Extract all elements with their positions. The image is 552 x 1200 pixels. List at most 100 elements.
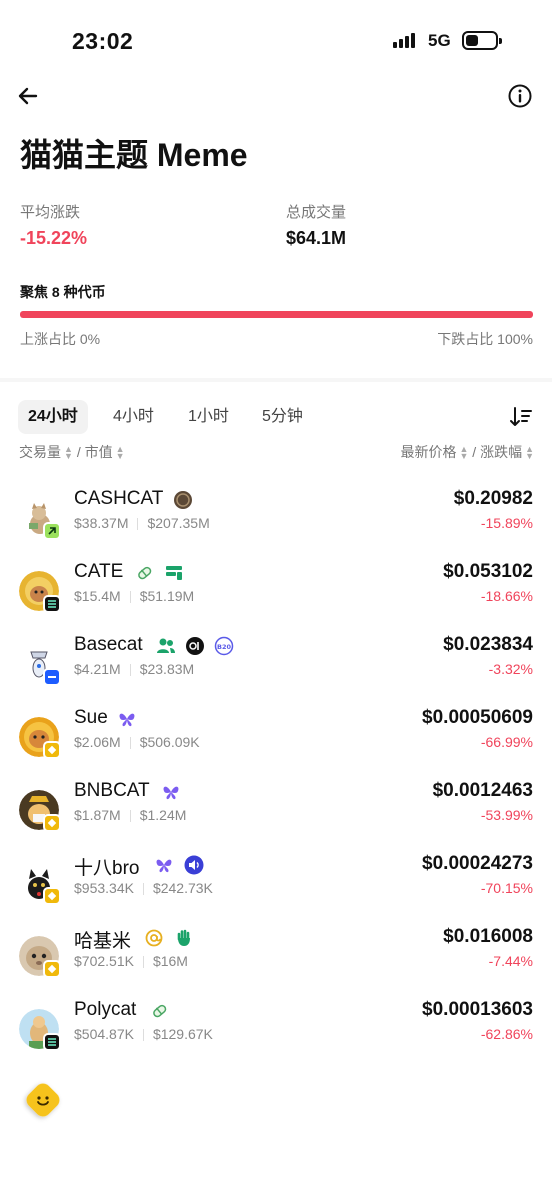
at-icon (144, 928, 164, 948)
page-title: 猫猫主题 Meme (20, 137, 248, 173)
token-price: $0.0012463 (432, 780, 533, 801)
section-divider (0, 378, 552, 382)
sound-icon (184, 855, 204, 875)
token-change: -66.99% (480, 734, 533, 750)
column-header-right: 最新价格 ▲ ▼ / 涨跌幅 ▲ ▼ (400, 442, 534, 462)
token-name: Sue (74, 707, 108, 728)
avg-change-value: -15.22% (20, 228, 88, 248)
sort-arrows-icon: ▲ ▼ (64, 444, 73, 462)
info-circle-icon (508, 84, 532, 108)
token-volume: $702.51K (74, 953, 134, 969)
focus-token-count: 聚焦 8 种代币 (20, 284, 106, 300)
token-market-cap: $16M (152, 953, 188, 969)
token-market-cap: $51.19M (139, 588, 195, 604)
back-button[interactable] (14, 82, 42, 110)
token-market-cap: $23.83M (139, 661, 195, 677)
token-volume-mcap: $4.21M $23.83M (74, 661, 194, 677)
column-header-left: 交易量 ▲ ▼ / 市值 ▲ ▼ (19, 442, 125, 462)
solana-chain-icon (43, 1033, 61, 1051)
avg-change-label: 平均涨跌 (20, 204, 81, 221)
token-volume-mcap: $702.51K $16M (74, 953, 188, 969)
bnb-chain-icon (43, 887, 61, 905)
token-price: $0.053102 (443, 561, 533, 582)
sort-by-volume[interactable]: 交易量 ▲ ▼ (19, 444, 73, 462)
token-price: $0.023834 (443, 634, 533, 655)
price-column-label: 最新价格 (400, 444, 457, 460)
token-volume-mcap: $953.34K $242.73K (74, 880, 213, 896)
token-volume: $1.87M (74, 807, 121, 823)
up-ratio-label: 上涨占比 0% (20, 331, 101, 347)
token-price: $0.00024273 (422, 853, 533, 874)
token-price: $0.00050609 (422, 707, 533, 728)
pill-icon (149, 1001, 169, 1021)
sort-arrows-icon: ▲ ▼ (525, 444, 534, 462)
column-separator: / (76, 444, 81, 460)
token-change: -18.66% (480, 588, 533, 604)
token-change: -53.99% (480, 807, 533, 823)
butterfly-icon (161, 782, 181, 802)
token-volume-mcap: $38.37M $207.35M (74, 515, 210, 531)
o1-icon (185, 636, 205, 656)
coin-icon (173, 490, 193, 510)
status-time: 23:02 (72, 28, 134, 54)
tab-5m[interactable]: 5分钟 (262, 400, 303, 434)
token-market-cap: $1.24M (139, 807, 187, 823)
token-volume-mcap: $504.87K $129.67K (74, 1026, 213, 1042)
bnb-chain-icon (43, 960, 61, 978)
b20-icon: B20 (214, 636, 234, 656)
token-price: $0.00013603 (422, 999, 533, 1020)
token-volume-mcap: $15.4M $51.19M (74, 588, 194, 604)
down-ratio-label: 下跌占比 100% (437, 331, 533, 347)
butterfly-icon (117, 709, 137, 729)
token-market-cap: $207.35M (147, 515, 210, 531)
token-change: -62.86% (480, 1026, 533, 1042)
assistant-fab-button[interactable] (18, 1075, 68, 1125)
tab-24h[interactable]: 24小时 (18, 400, 88, 434)
arrow-left-icon (18, 87, 38, 105)
total-volume-label: 总成交量 (286, 204, 347, 221)
community-icon (156, 636, 176, 656)
solana-chain-icon (43, 522, 61, 540)
token-name: CATE (74, 561, 124, 582)
token-name: 十八bro (74, 858, 140, 879)
token-name: CASHCAT (74, 488, 164, 509)
tab-4h[interactable]: 4小时 (113, 400, 154, 434)
wave-hand-icon (174, 928, 194, 948)
token-change: -15.89% (480, 515, 533, 531)
sort-by-change[interactable]: 涨跌幅 ▲ ▼ (480, 444, 534, 462)
token-volume: $15.4M (74, 588, 121, 604)
token-price: $0.016008 (443, 926, 533, 947)
sort-by-price[interactable]: 最新价格 ▲ ▼ (400, 444, 469, 462)
token-volume: $2.06M (74, 734, 121, 750)
token-name: Basecat (74, 634, 143, 655)
volume-column-label: 交易量 (19, 444, 61, 460)
token-name: Polycat (74, 999, 137, 1020)
change-column-label: 涨跌幅 (480, 444, 523, 460)
market-cap-column-label: 市值 (84, 444, 113, 460)
up-down-ratio-bar (20, 311, 533, 318)
sort-by-market-cap[interactable]: 市值 ▲ ▼ (84, 444, 125, 461)
token-volume: $38.37M (74, 515, 129, 531)
token-change: -3.32% (488, 661, 533, 677)
bnb-chain-icon (43, 814, 61, 832)
token-change: -70.15% (480, 880, 533, 896)
token-price: $0.20982 (453, 488, 533, 509)
base-chain-icon (43, 668, 61, 686)
token-row[interactable]: Polycat $504.87K $129.67K $0.00013603 -62… (0, 999, 552, 1082)
butterfly-icon (154, 855, 174, 875)
token-market-cap: $129.67K (152, 1026, 213, 1042)
info-button[interactable] (506, 82, 534, 110)
battery-icon (462, 31, 502, 50)
sort-arrows-icon: ▲ ▼ (459, 444, 469, 462)
tab-1h[interactable]: 1小时 (188, 400, 229, 434)
token-market-cap: $242.73K (152, 880, 213, 896)
token-volume: $4.21M (74, 661, 121, 677)
token-volume: $953.34K (74, 880, 134, 896)
sort-button[interactable] (508, 404, 534, 430)
total-volume-value: $64.1M (286, 228, 347, 248)
token-market-cap: $506.09K (139, 734, 200, 750)
smiley-diamond-icon (26, 1083, 60, 1117)
status-bar: 23:02 5G (0, 0, 552, 80)
solana-chain-icon (43, 595, 61, 613)
token-change: -7.44% (488, 953, 533, 969)
